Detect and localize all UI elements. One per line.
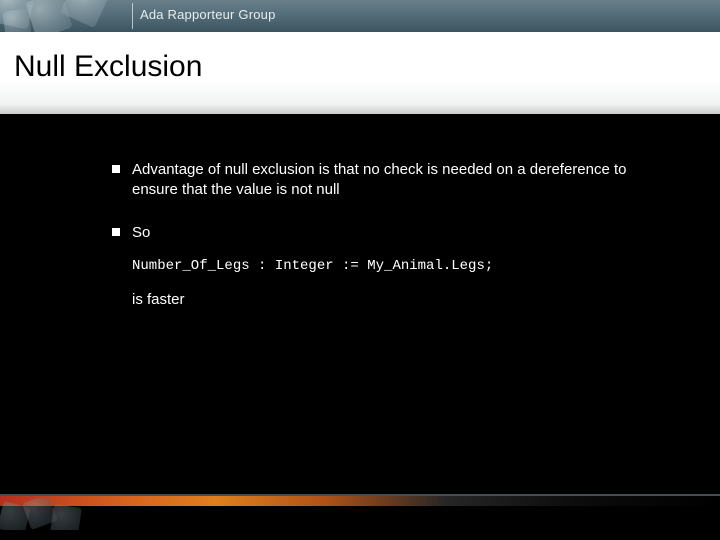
bullet-text: So — [132, 224, 150, 241]
header-puzzle-decoration — [0, 0, 130, 32]
bullet-list: Advantage of null exclusion is that no c… — [112, 160, 640, 310]
bullet-item: Advantage of null exclusion is that no c… — [112, 160, 640, 201]
bullet-item: So Number_Of_Legs : Integer := My_Animal… — [112, 223, 640, 310]
footer-strip — [0, 494, 720, 530]
slide: Ada Rapporteur Group Null Exclusion Adva… — [0, 0, 720, 540]
slide-body: Advantage of null exclusion is that no c… — [112, 160, 640, 332]
code-line: Number_Of_Legs : Integer := My_Animal.Le… — [132, 257, 640, 276]
header-divider — [132, 3, 133, 29]
slide-title: Null Exclusion — [14, 50, 202, 84]
footer-puzzle-decoration — [0, 498, 120, 530]
header-group-label: Ada Rapporteur Group — [140, 7, 276, 22]
bullet-aftertext: is faster — [132, 290, 640, 310]
header-strip: Ada Rapporteur Group — [0, 0, 720, 32]
bullet-text: Advantage of null exclusion is that no c… — [132, 161, 627, 198]
